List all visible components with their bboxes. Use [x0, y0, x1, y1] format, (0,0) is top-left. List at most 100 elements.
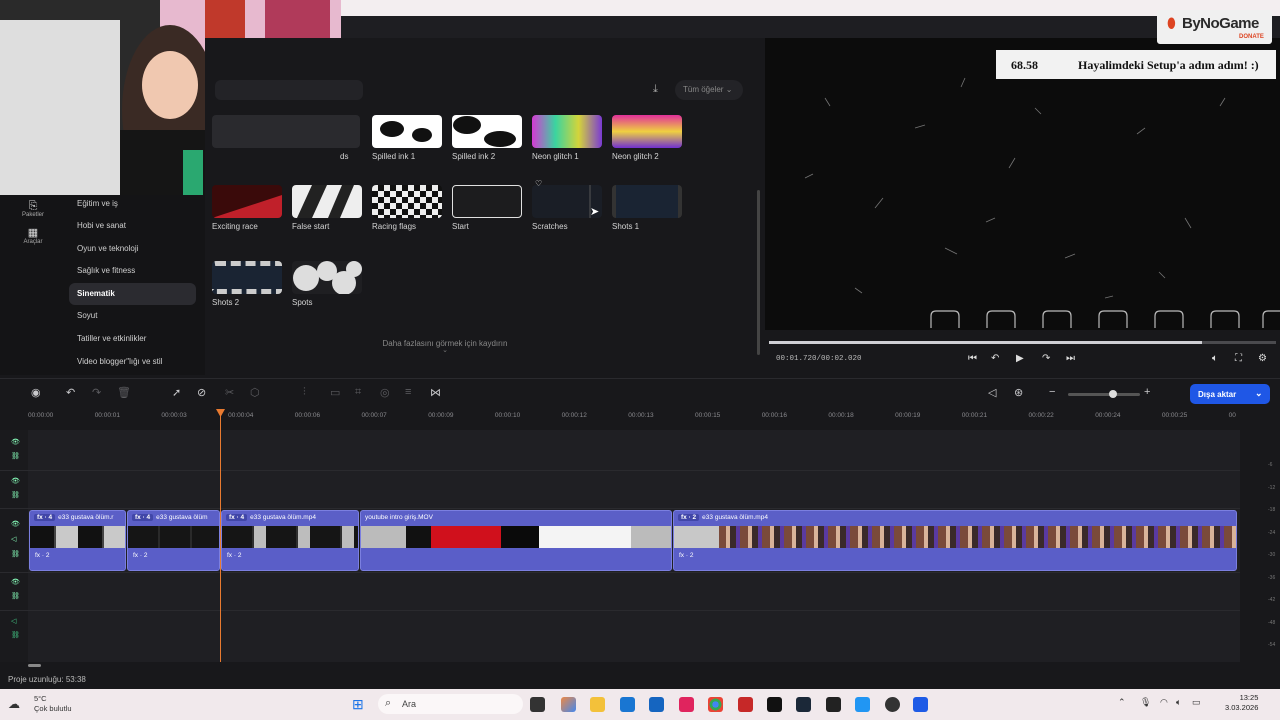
effect-exciting-race[interactable]: Exciting race — [212, 185, 282, 231]
microphone-icon[interactable]: 🎙︎ — [1140, 697, 1151, 708]
effect-shots-2[interactable]: Shots 2 — [212, 261, 282, 307]
transition-icon[interactable]: ⋈ — [430, 386, 441, 399]
crop-icon[interactable]: ⌗ — [355, 386, 361, 399]
category-health[interactable]: Sağlık ve fitness — [69, 260, 196, 282]
favorite-heart-icon[interactable]: ♡ — [535, 179, 542, 188]
library-scrollbar[interactable] — [757, 190, 760, 355]
tiktok-icon[interactable] — [767, 697, 782, 712]
library-search-input[interactable] — [215, 80, 363, 100]
export-button[interactable]: Dışa aktar ⌄ — [1190, 384, 1270, 404]
eye-icon[interactable]: 👁︎ — [11, 578, 20, 586]
record-icon[interactable]: ◉ — [31, 386, 41, 399]
effect-spots[interactable]: Spots — [292, 261, 362, 307]
category-abstract[interactable]: Soyut — [69, 305, 196, 327]
category-cinematic[interactable]: Sinematik — [69, 283, 196, 305]
wifi-icon[interactable]: ◠ — [1160, 697, 1168, 708]
effect-start[interactable]: Start — [452, 185, 522, 231]
link-icon[interactable]: ⛓ — [11, 631, 20, 639]
effect-racing-flags[interactable]: Racing flags — [372, 185, 442, 231]
tools-tool[interactable]: ▦ Araçlar — [8, 228, 58, 246]
audio-waveform: fx · 2 — [30, 549, 125, 570]
effect-spilled-ink-2[interactable]: Spilled ink 2 — [452, 115, 522, 161]
zoom-in-icon[interactable]: + — [1144, 386, 1150, 398]
copilot-icon[interactable] — [561, 697, 576, 712]
battery-icon[interactable]: ▭ — [1192, 697, 1201, 708]
fullscreen-icon[interactable]: ⛶ — [1235, 353, 1242, 364]
l-app-icon[interactable] — [738, 697, 753, 712]
audio-icon[interactable]: ◁ — [988, 386, 996, 399]
chrome-icon[interactable] — [708, 697, 723, 712]
playhead[interactable] — [220, 412, 221, 662]
speed-icon[interactable]: ◎ — [380, 386, 390, 399]
category-holidays[interactable]: Tatiller ve etkinlikler — [69, 328, 196, 350]
download-icon[interactable]: ⤓ — [653, 83, 658, 96]
horizontal-scrollbar[interactable] — [28, 664, 41, 667]
effect-spilled-ink-1[interactable]: Spilled ink 1 — [372, 115, 442, 161]
rewind-icon[interactable]: ↶ — [991, 353, 999, 364]
category-education[interactable]: Eğitim ve iş — [69, 193, 196, 215]
effect-false-start[interactable]: False start — [292, 185, 362, 231]
timeline-ruler[interactable] — [28, 408, 1280, 430]
steam-icon[interactable] — [796, 697, 811, 712]
select-tool-icon[interactable]: ➚ — [172, 386, 181, 399]
marker-icon[interactable]: ⬡ — [250, 386, 260, 399]
timeline-clip[interactable]: fx · 4 e33 gustava ölüm.r fx · 2 — [29, 510, 126, 571]
forward-icon[interactable]: ↷ — [1042, 353, 1050, 364]
zoom-slider-knob[interactable] — [1108, 390, 1117, 398]
split-audio-icon[interactable]: ⫶ — [303, 386, 306, 399]
delete-icon[interactable]: 🗑︎ — [117, 386, 131, 399]
mute-icon[interactable]: ◁ — [11, 617, 16, 625]
category-gaming[interactable]: Oyun ve teknoloji — [69, 238, 196, 260]
packages-tool[interactable]: ⎘ Paketler — [8, 201, 58, 219]
github-icon[interactable] — [826, 697, 841, 712]
taskbar-clock[interactable]: 13:25 3.03.2026 — [1225, 693, 1258, 713]
redo-icon[interactable]: ↷ — [92, 386, 101, 399]
category-hobby[interactable]: Hobi ve sanat — [69, 215, 196, 237]
taskbar-search[interactable]: ⌕ Ara — [378, 694, 523, 714]
caption-icon[interactable]: ▭ — [330, 386, 340, 399]
filter-dropdown[interactable]: Tüm öğeler ⌄ — [675, 80, 743, 100]
blade-tool-icon[interactable]: ⊘ — [197, 386, 206, 399]
settings-gear-icon[interactable]: ⚙ — [1258, 353, 1267, 364]
obs-icon[interactable] — [885, 697, 900, 712]
task-view-icon[interactable] — [530, 697, 545, 712]
video-editor-icon[interactable] — [913, 697, 928, 712]
skip-forward-icon[interactable]: ⏭ — [1066, 353, 1075, 364]
windows-start-icon[interactable]: ⊞ — [352, 696, 364, 713]
app-icon[interactable] — [679, 697, 694, 712]
eye-icon[interactable]: 👁︎ — [11, 520, 20, 528]
play-icon[interactable]: ▶ — [1016, 353, 1024, 364]
app-icon[interactable] — [855, 697, 870, 712]
adjust-icon[interactable]: ≡ — [405, 386, 411, 398]
effect-neon-glitch-1[interactable]: Neon glitch 1 — [532, 115, 602, 161]
eye-icon[interactable]: 👁︎ — [11, 477, 20, 485]
speaker-icon[interactable]: 🔈︎ — [1176, 697, 1181, 708]
tray-chevron-icon[interactable]: ⌃ — [1118, 697, 1126, 708]
category-vlog[interactable]: Video blogger"lığı ve stil — [69, 351, 196, 373]
volume-icon[interactable]: 🔈︎ — [1212, 353, 1218, 364]
store-icon[interactable] — [620, 697, 635, 712]
timeline-clip[interactable]: youtube intro giriş.MOV — [360, 510, 672, 571]
link-icon[interactable]: ⛓ — [11, 452, 20, 460]
timeline-clip[interactable]: fx · 4 e33 gustava ölüm.mp4 fx · 2 — [221, 510, 359, 571]
timeline-clip[interactable]: fx · 2 e33 gustava ölüm.mp4 fx · 2 — [673, 510, 1237, 571]
zoom-slider[interactable] — [1068, 393, 1140, 396]
effect-shots-1[interactable]: Shots 1 — [612, 185, 682, 231]
link-icon[interactable]: ⛓ — [11, 550, 20, 558]
link-icon[interactable]: ⛓ — [11, 592, 20, 600]
chevron-down-icon[interactable]: ⌄ — [1255, 388, 1263, 399]
audio-track-icon[interactable]: ◁ — [11, 535, 16, 543]
video-preview — [765, 38, 1280, 330]
skip-back-icon[interactable]: ⏮ — [968, 353, 977, 364]
eye-icon[interactable]: 👁︎ — [11, 438, 20, 446]
undo-icon[interactable]: ↶ — [66, 386, 75, 399]
timeline-clip[interactable]: fx · 4 e33 gustava ölüm fx · 2 — [127, 510, 220, 571]
donation-goal-overlay: 68.58 Hayalimdeki Setup'a adım adım! :) — [996, 50, 1276, 79]
snap-icon[interactable]: ⊛ — [1014, 386, 1023, 399]
link-icon[interactable]: ⛓ — [11, 491, 20, 499]
cut-icon[interactable]: ✂ — [225, 386, 234, 399]
mail-icon[interactable] — [649, 697, 664, 712]
zoom-out-icon[interactable]: − — [1049, 386, 1055, 398]
effect-neon-glitch-2[interactable]: Neon glitch 2 — [612, 115, 682, 161]
file-explorer-icon[interactable] — [590, 697, 605, 712]
